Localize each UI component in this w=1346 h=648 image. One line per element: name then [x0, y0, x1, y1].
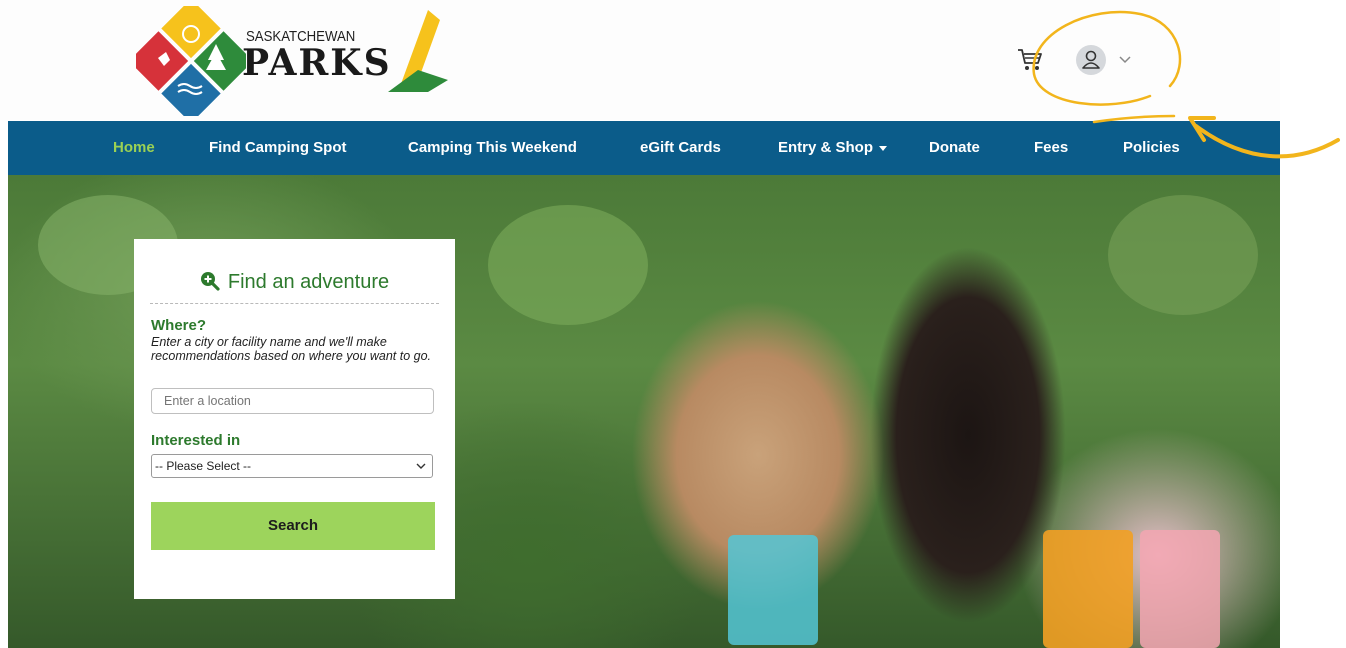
site-header: SASKATCHEWAN PARKS: [0, 0, 1280, 124]
nav-donate[interactable]: Donate: [929, 139, 980, 156]
nav-find-camping-spot[interactable]: Find Camping Spot: [209, 139, 346, 156]
caret-down-icon: [879, 145, 888, 151]
pink-cup: [1140, 530, 1220, 648]
interest-select-value: -- Please Select --: [155, 459, 252, 473]
saskatchewan-parks-logo[interactable]: SASKATCHEWAN PARKS: [128, 0, 448, 124]
interest-label: Interested in: [151, 432, 241, 449]
nav-policies[interactable]: Policies: [1123, 139, 1180, 156]
interest-select[interactable]: -- Please Select --: [151, 454, 433, 478]
where-label: Where?: [151, 317, 207, 334]
chevron-down-icon[interactable]: [1118, 52, 1132, 66]
user-icon: [1082, 50, 1100, 69]
user-account-button[interactable]: [1076, 45, 1106, 75]
logo-flag-mark: [388, 10, 448, 92]
orange-cup: [1043, 530, 1133, 648]
cart-icon[interactable]: [1016, 46, 1044, 74]
search-button[interactable]: Search: [151, 502, 435, 550]
nav-fees[interactable]: Fees: [1034, 139, 1068, 156]
nav-entry-and-shop[interactable]: Entry & Shop: [778, 139, 888, 156]
foliage-blob: [488, 205, 648, 325]
nav-camping-this-weekend[interactable]: Camping This Weekend: [408, 139, 577, 156]
location-input[interactable]: [151, 388, 434, 414]
where-help-text: Enter a city or facility name and we'll …: [151, 335, 432, 363]
dashed-divider: [150, 303, 439, 304]
nav-egift-cards[interactable]: eGift Cards: [640, 139, 721, 156]
nav-entry-and-shop-label: Entry & Shop: [778, 139, 874, 156]
card-title-text: Find an adventure: [227, 271, 390, 293]
find-adventure-card: Find an adventure Where? Enter a city or…: [134, 239, 455, 599]
foliage-blob: [1108, 195, 1258, 315]
logo-title: PARKS: [242, 42, 392, 84]
nav-home[interactable]: Home: [113, 139, 155, 156]
chevron-down-icon: [416, 463, 426, 469]
card-title: Find an adventure: [134, 271, 455, 294]
blue-cup: [728, 535, 818, 645]
logo-emblem: [128, 0, 254, 124]
main-navigation: Home Find Camping Spot Camping This Week…: [8, 121, 1280, 175]
zoom-in-icon: [200, 272, 220, 291]
